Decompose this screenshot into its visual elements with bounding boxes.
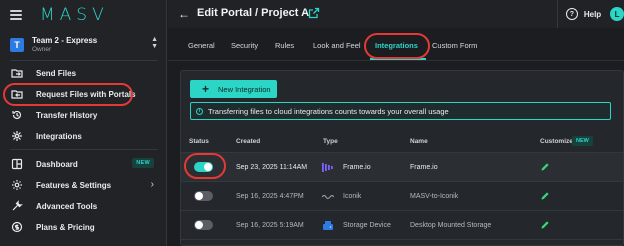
masv-logo: MASV bbox=[40, 5, 109, 25]
sidebar-item-features-settings[interactable]: Features & Settings › bbox=[10, 178, 160, 192]
sidebar-item-integrations[interactable]: Integrations bbox=[10, 129, 160, 143]
help-icon: ? bbox=[566, 8, 578, 20]
team-role: Owner bbox=[32, 46, 52, 53]
back-arrow-icon[interactable]: ← bbox=[178, 7, 190, 21]
sidebar-item-advanced-tools[interactable]: Advanced Tools bbox=[10, 199, 160, 213]
chevron-updown-icon: ▲ ▼ bbox=[151, 36, 158, 50]
team-avatar: T bbox=[10, 38, 24, 52]
tab-general[interactable]: General bbox=[188, 41, 215, 50]
column-header-customize: Customize bbox=[540, 138, 573, 145]
new-badge: NEW bbox=[132, 158, 154, 168]
tab-custom-form[interactable]: Custom Form bbox=[432, 41, 477, 50]
new-badge: NEW bbox=[572, 136, 593, 146]
hamburger-menu-icon[interactable] bbox=[10, 10, 22, 20]
sidebar-item-label: Features & Settings bbox=[36, 180, 112, 190]
status-toggle[interactable] bbox=[194, 162, 213, 172]
send-files-icon bbox=[10, 66, 24, 80]
table-row: Sep 23, 2025 11:14AM Frame.io Frame.io bbox=[181, 153, 623, 182]
tab-look-and-feel[interactable]: Look and Feel bbox=[313, 41, 361, 50]
sidebar-item-send-files[interactable]: Send Files bbox=[10, 66, 160, 80]
name-cell: Desktop Mounted Storage bbox=[410, 222, 492, 229]
storage-device-icon bbox=[323, 221, 333, 230]
sidebar-item-dashboard[interactable]: Dashboard NEW bbox=[10, 157, 160, 171]
team-name: Team 2 - Express bbox=[32, 36, 98, 45]
table-header: Status Created Type Name Customize NEW bbox=[181, 130, 623, 153]
edit-pencil-icon[interactable] bbox=[540, 162, 550, 172]
sidebar-item-transfer-history[interactable]: Transfer History bbox=[10, 108, 160, 122]
plus-icon: + bbox=[202, 82, 210, 96]
page-title: Edit Portal / Project A bbox=[197, 7, 310, 19]
sidebar-item-label: Advanced Tools bbox=[36, 201, 98, 211]
tab-integrations[interactable]: Integrations bbox=[375, 41, 418, 50]
tools-icon bbox=[10, 199, 24, 213]
type-cell: Iconik bbox=[343, 193, 362, 200]
portal-request-icon bbox=[10, 87, 24, 101]
column-header-name: Name bbox=[410, 138, 428, 145]
created-cell: Sep 23, 2025 11:14AM bbox=[236, 164, 308, 171]
edit-pencil-icon[interactable] bbox=[540, 220, 550, 230]
history-icon bbox=[10, 108, 24, 122]
sidebar-item-plans-pricing[interactable]: Plans & Pricing bbox=[10, 220, 160, 234]
sidebar-item-label: Integrations bbox=[36, 131, 82, 141]
status-toggle[interactable] bbox=[194, 220, 213, 230]
pricing-icon bbox=[10, 220, 24, 234]
user-avatar[interactable]: L bbox=[610, 7, 624, 21]
sidebar-item-label: Send Files bbox=[36, 68, 77, 78]
table-row: Sep 16, 2025 4:47PM Iconik MASV-to-Iconi… bbox=[181, 182, 623, 211]
column-header-type: Type bbox=[323, 138, 338, 145]
tab-rules[interactable]: Rules bbox=[275, 41, 294, 50]
type-cell: Frame.io bbox=[343, 164, 371, 171]
integrations-icon bbox=[10, 129, 24, 143]
sidebar-item-request-files[interactable]: Request Files with Portals bbox=[10, 87, 160, 101]
integrations-table: Status Created Type Name Customize NEW S… bbox=[181, 130, 623, 240]
edit-pencil-icon[interactable] bbox=[540, 191, 550, 201]
table-row: Sep 16, 2025 5:19AM Storage Device Deskt… bbox=[181, 211, 623, 240]
sidebar-item-label: Request Files with Portals bbox=[36, 89, 136, 99]
column-header-status: Status bbox=[189, 138, 209, 145]
sidebar: MASV T Team 2 - Express Owner ▲ ▼ Send Fi… bbox=[0, 0, 167, 246]
help-button[interactable]: ? Help L bbox=[557, 0, 624, 28]
frameio-icon bbox=[322, 163, 333, 172]
sidebar-divider bbox=[10, 149, 158, 150]
banner-text: Transferring files to cloud integrations… bbox=[208, 106, 449, 116]
sidebar-item-label: Dashboard bbox=[36, 159, 78, 169]
info-icon: i bbox=[196, 107, 203, 115]
status-toggle[interactable] bbox=[194, 191, 213, 201]
new-integration-label: New Integration bbox=[218, 84, 271, 94]
integrations-panel: + New Integration i Transferring files t… bbox=[180, 70, 624, 246]
created-cell: Sep 16, 2025 5:19AM bbox=[236, 222, 304, 229]
external-link-icon[interactable] bbox=[308, 7, 320, 19]
column-header-created: Created bbox=[236, 138, 261, 145]
sidebar-item-label: Plans & Pricing bbox=[36, 222, 95, 232]
gear-icon bbox=[10, 178, 24, 192]
dashboard-icon bbox=[10, 157, 24, 171]
sidebar-divider bbox=[10, 60, 158, 61]
team-switcher[interactable]: T Team 2 - Express Owner ▲ ▼ bbox=[10, 36, 158, 54]
iconik-icon bbox=[322, 194, 334, 200]
tab-bar: General Security Rules Look and Feel Int… bbox=[168, 29, 624, 61]
sidebar-item-label: Transfer History bbox=[36, 110, 98, 120]
chevron-right-icon: › bbox=[150, 179, 154, 190]
name-cell: Frame.io bbox=[410, 164, 438, 171]
type-cell: Storage Device bbox=[343, 222, 391, 229]
created-cell: Sep 16, 2025 4:47PM bbox=[236, 193, 304, 200]
name-cell: MASV-to-Iconik bbox=[410, 193, 459, 200]
tab-security[interactable]: Security bbox=[231, 41, 258, 50]
brand: MASV bbox=[10, 5, 109, 25]
active-tab-indicator bbox=[370, 58, 426, 60]
info-banner: i Transferring files to cloud integratio… bbox=[190, 102, 611, 120]
new-integration-button[interactable]: + New Integration bbox=[190, 80, 277, 98]
help-label: Help bbox=[583, 9, 602, 19]
page-header: ← Edit Portal / Project A ? Help L bbox=[168, 0, 624, 28]
